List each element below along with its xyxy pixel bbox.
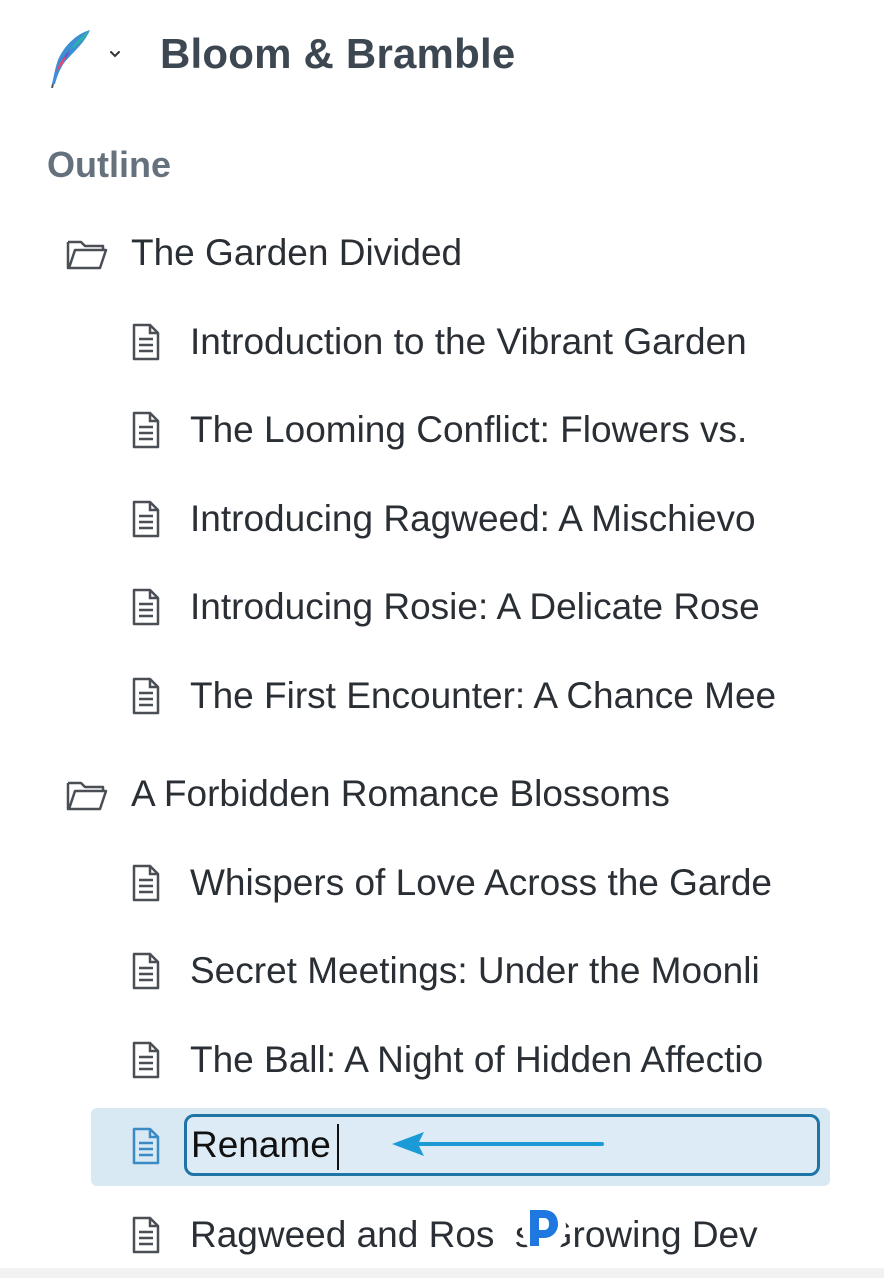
document-icon — [132, 1041, 160, 1079]
document-title: Secret Meetings: Under the Moonli — [190, 950, 760, 991]
document-title: The First Encounter: A Chance Mee — [190, 675, 777, 716]
text-caret — [337, 1124, 339, 1170]
document-icon — [132, 500, 160, 538]
pointer-badge-icon — [522, 1200, 566, 1256]
document-icon — [132, 323, 160, 361]
document-icon — [132, 588, 160, 626]
arrow-left-icon — [392, 1132, 604, 1156]
document-icon — [132, 677, 160, 715]
document-icon — [132, 1216, 160, 1254]
document-title: Ragweed and Ros s Growing Dev — [190, 1214, 758, 1255]
document-title: Whispers of Love Across the Garde — [190, 862, 772, 903]
folder-icon — [66, 781, 108, 811]
document-title: The Ball: A Night of Hidden Affectio — [190, 1039, 764, 1080]
document-title: The Looming Conflict: Flowers vs. — [190, 409, 748, 450]
folder-title: The Garden Divided — [131, 232, 463, 273]
document-icon — [132, 1127, 160, 1165]
document-icon — [132, 864, 160, 902]
document-title: Introduction to the Vibrant Garden — [190, 321, 747, 362]
document-title: Introducing Rosie: A Delicate Rose — [190, 586, 760, 627]
bottom-edge — [0, 1268, 884, 1278]
outline-tree: The Garden Divided Introduction to the V… — [0, 0, 830, 1278]
document-title: Introducing Ragweed: A Mischievo — [190, 498, 756, 539]
folder-icon — [66, 240, 108, 270]
document-icon — [132, 952, 160, 990]
document-icon — [132, 411, 160, 449]
folder-title: A Forbidden Romance Blossoms — [131, 773, 670, 814]
